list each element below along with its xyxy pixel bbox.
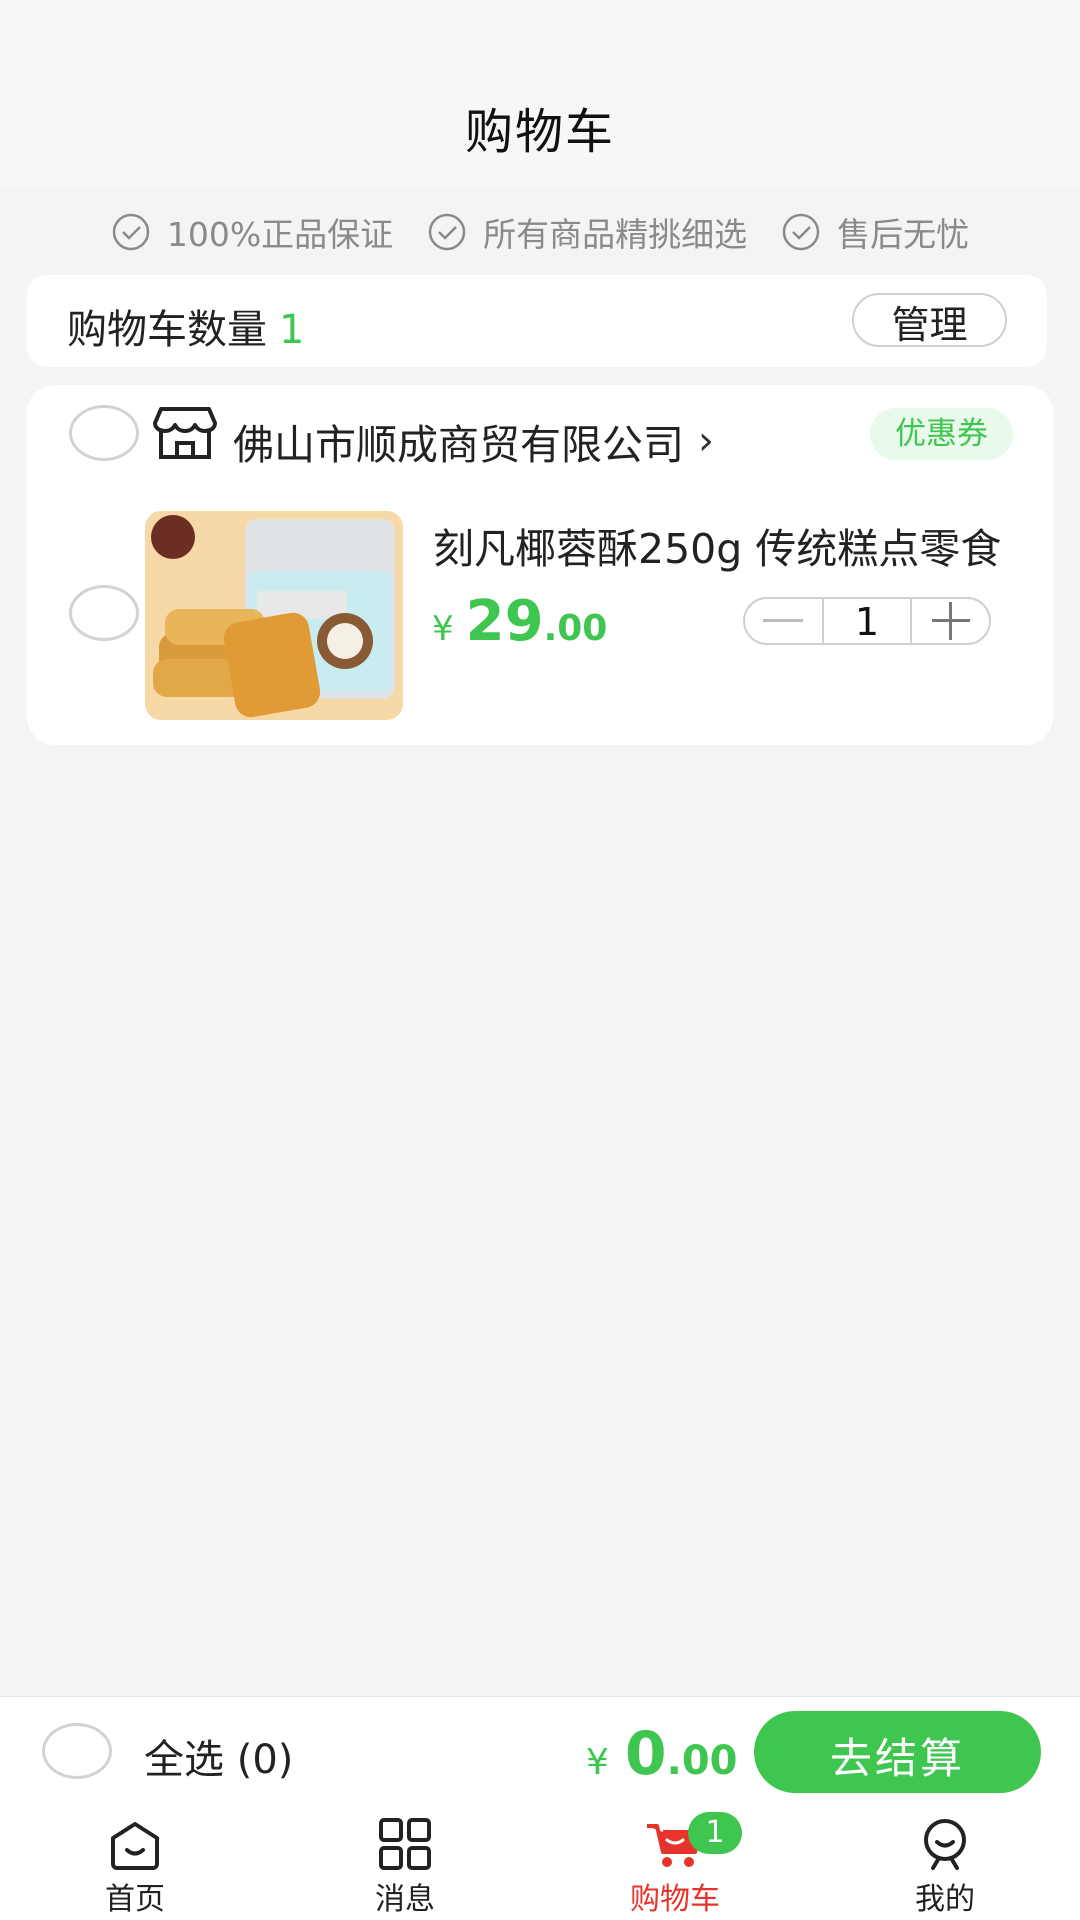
select-all-label[interactable]: 全选 (0) [144,1727,293,1785]
select-all-radio[interactable] [42,1723,112,1779]
bottom-tab-bar: 首页 消息 1 购物车 我的 [0,1804,1080,1920]
decrease-button[interactable] [745,599,822,643]
price-decimal: .00 [543,608,608,649]
price-currency: ¥ [432,609,454,649]
product-price: ¥ 29 .00 [432,589,607,654]
tab-home[interactable]: 首页 [0,1804,270,1920]
check-circle-icon [428,213,466,251]
check-circle-icon [782,213,820,251]
price-integer: 29 [465,589,544,654]
product-image[interactable] [145,511,403,720]
guarantee-item: 所有商品精挑细选 [427,208,747,256]
guarantee-item: 100%正品保证 [111,208,393,256]
cart-badge: 1 [688,1812,742,1854]
cart-count-card: 购物车数量 1 管理 [27,275,1047,367]
cart-count-value: 1 [279,307,305,353]
increase-button[interactable] [912,599,989,643]
shop-name-link[interactable]: 佛山市顺成商贸有限公司 › [233,411,714,471]
total-price: ¥ 0 .00 [586,1719,738,1789]
store-icon [153,407,217,459]
shop-name: 佛山市顺成商贸有限公司 [233,421,684,469]
manage-button[interactable]: 管理 [852,293,1007,347]
check-circle-icon [112,213,150,251]
total-currency: ¥ [586,1742,609,1783]
profile-icon [924,1819,966,1870]
tab-label: 首页 [105,1882,165,1917]
tab-messages[interactable]: 消息 [270,1804,540,1920]
coupon-button[interactable]: 优惠券 [870,408,1013,460]
checkout-bar: 全选 (0) ¥ 0 .00 去结算 [0,1696,1080,1804]
guarantee-label: 100%正品保证 [166,215,394,254]
chevron-right-icon: › [698,418,714,464]
header: 购物车 [0,0,1080,186]
minus-icon [763,619,804,622]
total-decimal: .00 [666,1738,738,1784]
quantity-stepper: 1 [743,597,991,645]
tab-profile[interactable]: 我的 [810,1804,1080,1920]
checkout-button[interactable]: 去结算 [754,1711,1041,1793]
tab-label: 消息 [375,1882,435,1917]
tab-cart[interactable]: 1 购物车 [540,1804,810,1920]
guarantee-label: 所有商品精挑细选 [483,215,748,254]
tab-label: 我的 [915,1882,975,1917]
guarantee-strip: 100%正品保证 所有商品精挑细选 售后无忧 [0,208,1080,256]
cart-count-text: 购物车数量 [67,307,267,353]
item-select-radio[interactable] [69,585,139,641]
total-integer: 0 [624,1719,667,1789]
tab-label: 购物车 [630,1882,720,1917]
page-title: 购物车 [464,104,615,160]
grid-icon [379,1818,431,1870]
guarantee-item: 售后无忧 [781,208,969,256]
cart-count-label: 购物车数量 1 [67,297,304,355]
home-icon [111,1822,159,1870]
shop-select-radio[interactable] [69,405,139,461]
shop-card: 佛山市顺成商贸有限公司 › 优惠券 刻凡椰蓉酥250g 传统糕点零食 ¥ 29 … [27,385,1053,745]
product-title[interactable]: 刻凡椰蓉酥250g 传统糕点零食 [433,515,1003,575]
guarantee-label: 售后无忧 [837,215,970,254]
product-photo [145,511,403,720]
quantity-value[interactable]: 1 [821,599,913,643]
plus-icon [931,602,970,640]
